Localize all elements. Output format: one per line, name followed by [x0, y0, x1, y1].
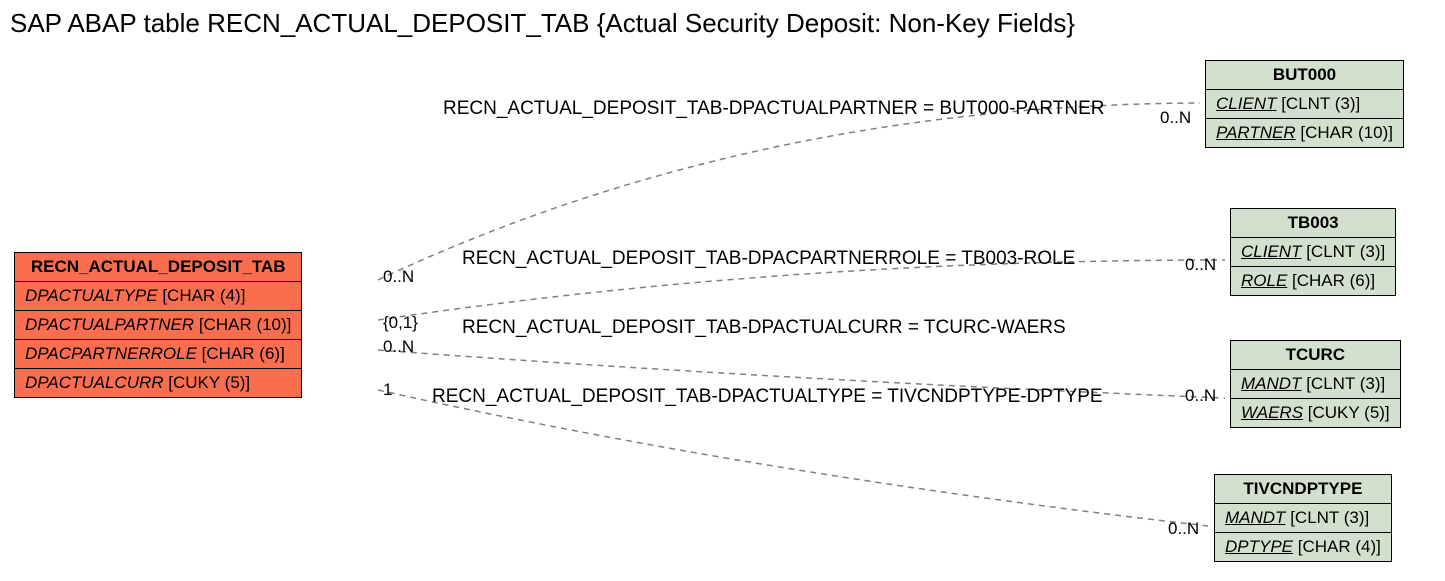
relationship-label-3: RECN_ACTUAL_DEPOSIT_TAB-DPACTUALTYPE = T… — [432, 386, 1103, 408]
ref-entity-0-field-0: CLIENT [CLNT (3)] — [1206, 90, 1404, 119]
ref-entity-1-field-0: CLIENT [CLNT (3)] — [1231, 238, 1396, 267]
ref-entity-0-field-1: PARTNER [CHAR (10)] — [1206, 119, 1404, 148]
ref-entity-2-field-0: MANDT [CLNT (3)] — [1231, 370, 1401, 399]
ref-entity-2-field-1: WAERS [CUKY (5)] — [1231, 399, 1401, 428]
ref-entity-0: BUT000 CLIENT [CLNT (3)] PARTNER [CHAR (… — [1205, 60, 1404, 148]
ref-entity-1-name: TB003 — [1231, 209, 1396, 238]
ref-entity-1-field-1: ROLE [CHAR (6)] — [1231, 267, 1396, 296]
card-main-3: 1 — [383, 380, 392, 400]
relationship-label-2: RECN_ACTUAL_DEPOSIT_TAB-DPACTUALCURR = T… — [462, 317, 1066, 339]
ref-entity-3-field-0: MANDT [CLNT (3)] — [1215, 504, 1392, 533]
card-ref-0: 0..N — [1160, 108, 1191, 128]
card-ref-3: 0..N — [1168, 519, 1199, 539]
main-entity-table: RECN_ACTUAL_DEPOSIT_TAB DPACTUALTYPE [CH… — [14, 252, 302, 398]
card-main-2: 0..N — [383, 337, 414, 357]
card-main-1: {0,1} — [383, 313, 418, 333]
relationship-label-1: RECN_ACTUAL_DEPOSIT_TAB-DPACPARTNERROLE … — [462, 248, 1075, 270]
card-ref-1: 0..N — [1185, 255, 1216, 275]
main-field-1: DPACTUALPARTNER [CHAR (10)] — [15, 311, 302, 340]
card-ref-2: 0..N — [1185, 386, 1216, 406]
main-field-0: DPACTUALTYPE [CHAR (4)] — [15, 282, 302, 311]
relationship-label-0: RECN_ACTUAL_DEPOSIT_TAB-DPACTUALPARTNER … — [443, 98, 1104, 120]
main-field-2: DPACPARTNERROLE [CHAR (6)] — [15, 340, 302, 369]
ref-entity-1: TB003 CLIENT [CLNT (3)] ROLE [CHAR (6)] — [1230, 208, 1396, 296]
page-title: SAP ABAP table RECN_ACTUAL_DEPOSIT_TAB {… — [10, 8, 1075, 39]
ref-entity-3: TIVCNDPTYPE MANDT [CLNT (3)] DPTYPE [CHA… — [1214, 474, 1392, 562]
ref-entity-0-name: BUT000 — [1206, 61, 1404, 90]
ref-entity-2-name: TCURC — [1231, 341, 1401, 370]
ref-entity-3-field-1: DPTYPE [CHAR (4)] — [1215, 533, 1392, 562]
card-main-0: 0..N — [383, 267, 414, 287]
ref-entity-3-name: TIVCNDPTYPE — [1215, 475, 1392, 504]
ref-entity-2: TCURC MANDT [CLNT (3)] WAERS [CUKY (5)] — [1230, 340, 1401, 428]
main-field-3: DPACTUALCURR [CUKY (5)] — [15, 369, 302, 398]
main-entity-name: RECN_ACTUAL_DEPOSIT_TAB — [15, 253, 302, 282]
